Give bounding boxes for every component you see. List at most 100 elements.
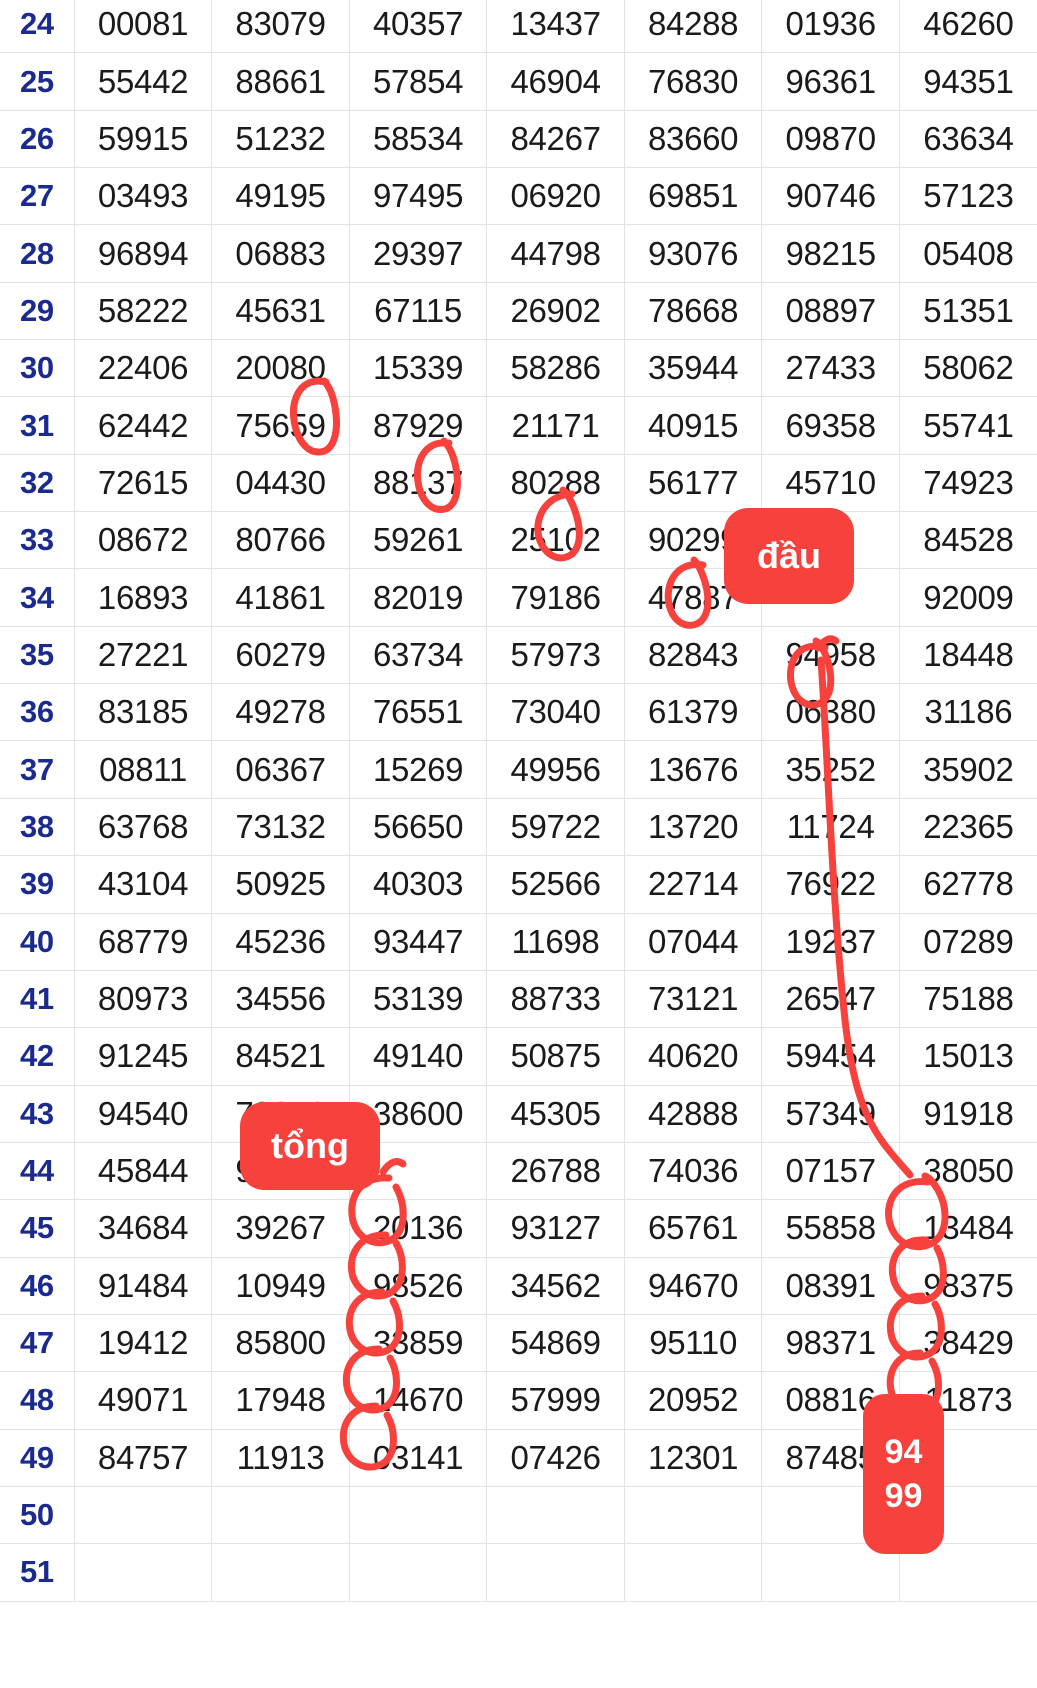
number-cell[interactable]: 12301 xyxy=(624,1429,763,1487)
number-cell[interactable]: 72615 xyxy=(74,454,213,513)
number-cell[interactable]: 10949 xyxy=(211,1257,350,1315)
number-cell[interactable]: 34684 xyxy=(74,1199,213,1258)
number-cell[interactable]: 15339 xyxy=(349,339,488,398)
number-cell[interactable]: 03493 xyxy=(74,167,213,226)
number-cell[interactable]: 07157 xyxy=(761,1142,900,1201)
number-cell[interactable]: 50875 xyxy=(486,1027,625,1086)
row-index-cell[interactable]: 26 xyxy=(0,110,75,169)
number-cell[interactable] xyxy=(211,1543,350,1602)
number-cell[interactable]: 93447 xyxy=(349,913,488,971)
number-cell[interactable]: 08816 xyxy=(761,1371,900,1430)
number-cell[interactable]: 63768 xyxy=(74,798,213,857)
number-cell[interactable]: 56650 xyxy=(349,798,488,857)
number-cell[interactable]: 94540 xyxy=(74,1085,213,1143)
number-cell[interactable]: 25102 xyxy=(486,511,625,570)
number-cell[interactable]: 15269 xyxy=(349,740,488,799)
number-cell[interactable]: 58286 xyxy=(486,339,625,398)
number-cell[interactable] xyxy=(349,1543,488,1602)
number-cell[interactable]: 45236 xyxy=(211,913,350,971)
number-cell[interactable]: 73040 xyxy=(486,683,625,742)
row-index-cell[interactable]: 30 xyxy=(0,339,75,398)
number-cell[interactable]: 62442 xyxy=(74,396,213,455)
number-cell[interactable]: 14670 xyxy=(349,1371,488,1430)
row-index-cell[interactable]: 46 xyxy=(0,1257,75,1315)
number-cell[interactable]: 21171 xyxy=(486,396,625,455)
number-cell[interactable]: 51232 xyxy=(211,110,350,169)
number-cell[interactable]: 95110 xyxy=(624,1314,763,1373)
number-cell[interactable]: 57123 xyxy=(899,167,1037,226)
number-cell[interactable]: 53139 xyxy=(349,970,488,1029)
number-cell[interactable] xyxy=(761,568,900,627)
number-cell[interactable] xyxy=(899,1543,1037,1602)
number-cell[interactable]: 98371 xyxy=(761,1314,900,1373)
number-cell[interactable]: 98526 xyxy=(349,1257,488,1315)
number-cell[interactable]: 35902 xyxy=(899,740,1037,799)
number-cell[interactable]: 93076 xyxy=(624,224,763,283)
row-index-cell[interactable]: 24 xyxy=(0,0,75,54)
number-cell[interactable]: 69358 xyxy=(761,396,900,455)
number-cell[interactable]: 91918 xyxy=(899,1085,1037,1143)
number-cell[interactable]: 90299 xyxy=(624,511,763,570)
number-cell[interactable]: 16893 xyxy=(74,568,213,627)
number-cell[interactable]: 61379 xyxy=(624,683,763,742)
number-cell[interactable]: 29397 xyxy=(349,224,488,283)
number-cell[interactable]: 57349 xyxy=(761,1085,900,1143)
number-cell[interactable]: 31186 xyxy=(899,683,1037,742)
number-cell[interactable]: 33859 xyxy=(349,1314,488,1373)
number-cell[interactable] xyxy=(74,1486,213,1545)
number-cell[interactable]: 07426 xyxy=(486,1429,625,1487)
number-cell[interactable]: 19412 xyxy=(74,1314,213,1373)
number-cell[interactable]: 57999 xyxy=(486,1371,625,1430)
number-cell[interactable]: 55442 xyxy=(74,52,213,111)
number-cell[interactable]: 34556 xyxy=(211,970,350,1029)
number-cell[interactable]: 58222 xyxy=(74,282,213,341)
number-cell[interactable]: 41861 xyxy=(211,568,350,627)
row-index-cell[interactable]: 35 xyxy=(0,626,75,685)
number-cell[interactable]: 13720 xyxy=(624,798,763,857)
number-cell[interactable]: 75188 xyxy=(899,970,1037,1029)
number-cell[interactable]: 79276 xyxy=(211,1085,350,1143)
number-cell[interactable]: 59915 xyxy=(74,110,213,169)
number-cell[interactable]: 76551 xyxy=(349,683,488,742)
number-cell[interactable]: 45710 xyxy=(761,454,900,513)
number-cell[interactable]: 85800 xyxy=(211,1314,350,1373)
number-cell[interactable]: 45305 xyxy=(486,1085,625,1143)
number-cell[interactable]: 08811 xyxy=(74,740,213,799)
row-index-cell[interactable]: 51 xyxy=(0,1543,75,1602)
number-cell[interactable]: 11698 xyxy=(486,913,625,971)
number-cell[interactable]: 11873 xyxy=(899,1371,1037,1430)
number-cell[interactable] xyxy=(761,1543,900,1602)
number-cell[interactable]: 96894 xyxy=(74,224,213,283)
number-cell[interactable]: 92009 xyxy=(899,568,1037,627)
number-cell[interactable]: 20136 xyxy=(349,1199,488,1258)
number-cell[interactable]: 11913 xyxy=(211,1429,350,1487)
number-cell[interactable]: 57854 xyxy=(349,52,488,111)
number-cell[interactable]: 17948 xyxy=(211,1371,350,1430)
row-index-cell[interactable]: 41 xyxy=(0,970,75,1029)
number-cell[interactable]: 57973 xyxy=(486,626,625,685)
number-cell[interactable]: 07289 xyxy=(899,913,1037,971)
number-cell[interactable]: 06367 xyxy=(211,740,350,799)
number-cell[interactable]: 74036 xyxy=(624,1142,763,1201)
number-cell[interactable]: 67115 xyxy=(349,282,488,341)
number-cell[interactable]: 20952 xyxy=(624,1371,763,1430)
number-cell[interactable]: 98215 xyxy=(761,224,900,283)
number-cell[interactable]: 94351 xyxy=(899,52,1037,111)
number-cell[interactable]: 88661 xyxy=(211,52,350,111)
number-cell[interactable]: 96361 xyxy=(761,52,900,111)
number-cell[interactable]: 75659 xyxy=(211,396,350,455)
number-cell[interactable]: 27433 xyxy=(761,339,900,398)
number-cell[interactable]: 26902 xyxy=(486,282,625,341)
row-index-cell[interactable]: 39 xyxy=(0,855,75,914)
number-cell[interactable]: 38050 xyxy=(899,1142,1037,1201)
row-index-cell[interactable]: 36 xyxy=(0,683,75,742)
row-index-cell[interactable]: 28 xyxy=(0,224,75,283)
number-cell[interactable]: 08897 xyxy=(761,282,900,341)
number-cell[interactable]: 51351 xyxy=(899,282,1037,341)
row-index-cell[interactable]: 37 xyxy=(0,740,75,799)
number-cell[interactable]: 26547 xyxy=(761,970,900,1029)
row-index-cell[interactable]: 45 xyxy=(0,1199,75,1258)
number-cell[interactable]: 62778 xyxy=(899,855,1037,914)
row-index-cell[interactable]: 32 xyxy=(0,454,75,513)
number-cell[interactable]: 55741 xyxy=(899,396,1037,455)
